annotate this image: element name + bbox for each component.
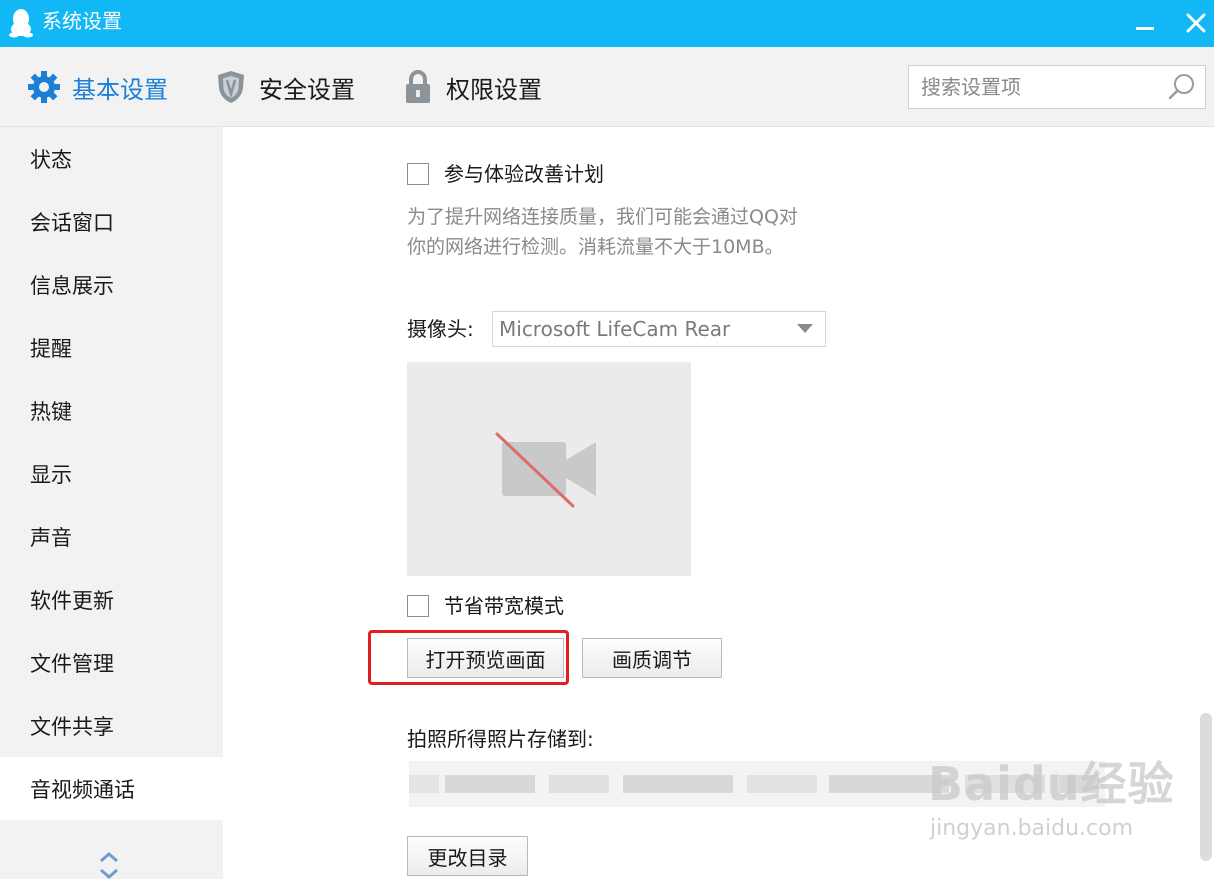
sidebar-item-display[interactable]: 显示: [0, 442, 223, 505]
experience-hint-line2: 你的网络进行检测。消耗流量不大于10MB。: [407, 236, 784, 258]
open-preview-button[interactable]: 打开预览画面: [407, 638, 564, 678]
lock-icon: [400, 69, 436, 105]
qq-penguin-icon: [9, 9, 33, 38]
chevron-expand-icon[interactable]: [96, 849, 122, 879]
experience-hint-line1: 为了提升网络连接质量，我们可能会通过QQ对: [407, 206, 798, 228]
sidebar-item-reminder[interactable]: 提醒: [0, 316, 223, 379]
sidebar-item-status[interactable]: 状态: [0, 127, 223, 190]
settings-sidebar: 状态 会话窗口 信息展示 提醒 热键 显示 声音 软件更新 文件管理 文件共享 …: [0, 127, 223, 879]
sidebar-item-software-update[interactable]: 软件更新: [0, 568, 223, 631]
close-icon: [1186, 13, 1206, 33]
bandwidth-saving-checkbox[interactable]: [407, 595, 429, 617]
sidebar-item-chat-window[interactable]: 会话窗口: [0, 190, 223, 253]
shield-icon: [213, 69, 249, 105]
watermark-url: jingyan.baidu.com: [930, 816, 1134, 841]
camera-selected-value: Microsoft LifeCam Rear: [499, 317, 731, 341]
sidebar-item-file-sharing[interactable]: 文件共享: [0, 694, 223, 757]
camera-label: 摄像头:: [407, 317, 474, 341]
tab-label: 权限设置: [446, 75, 542, 104]
sidebar-item-av-call[interactable]: 音视频通话: [0, 757, 223, 820]
sidebar-item-hotkeys[interactable]: 热键: [0, 379, 223, 442]
title-bar: 系统设置: [0, 0, 1214, 47]
search-input[interactable]: [921, 66, 1161, 108]
photo-save-path-label: 拍照所得照片存储到:: [407, 727, 594, 751]
baidu-watermark: Baidu经验 jingyan.baidu.com: [928, 748, 1174, 852]
content-scrollbar[interactable]: [1200, 713, 1212, 861]
camera-preview: [407, 362, 691, 576]
sidebar-item-info-display[interactable]: 信息展示: [0, 253, 223, 316]
tab-label: 基本设置: [72, 75, 168, 104]
gear-icon: [26, 69, 62, 105]
minimize-icon: [1136, 27, 1154, 30]
search-box: [908, 65, 1206, 109]
experience-plan-checkbox[interactable]: [407, 163, 429, 185]
close-button[interactable]: [1180, 8, 1212, 38]
window-title: 系统设置: [42, 9, 122, 33]
quality-adjust-button[interactable]: 画质调节: [582, 638, 722, 678]
sidebar-item-sound[interactable]: 声音: [0, 505, 223, 568]
tab-permission-settings[interactable]: 权限设置: [400, 47, 542, 127]
tab-security-settings[interactable]: 安全设置: [213, 47, 355, 127]
camera-select[interactable]: Microsoft LifeCam Rear: [492, 311, 826, 347]
minimize-button[interactable]: [1128, 8, 1160, 38]
experience-plan-label: 参与体验改善计划: [444, 162, 604, 186]
chevron-down-icon: [797, 324, 813, 333]
top-tab-bar: 基本设置 安全设置 权限设置: [0, 47, 1214, 127]
change-directory-button[interactable]: 更改目录: [407, 836, 528, 876]
watermark-logo: Baidu经验: [928, 757, 1175, 811]
tab-basic-settings[interactable]: 基本设置: [26, 47, 168, 127]
search-icon[interactable]: [1167, 72, 1197, 102]
sidebar-item-file-management[interactable]: 文件管理: [0, 631, 223, 694]
tab-label: 安全设置: [259, 75, 355, 104]
camera-off-icon: [495, 432, 596, 508]
bandwidth-saving-label: 节省带宽模式: [444, 594, 564, 618]
